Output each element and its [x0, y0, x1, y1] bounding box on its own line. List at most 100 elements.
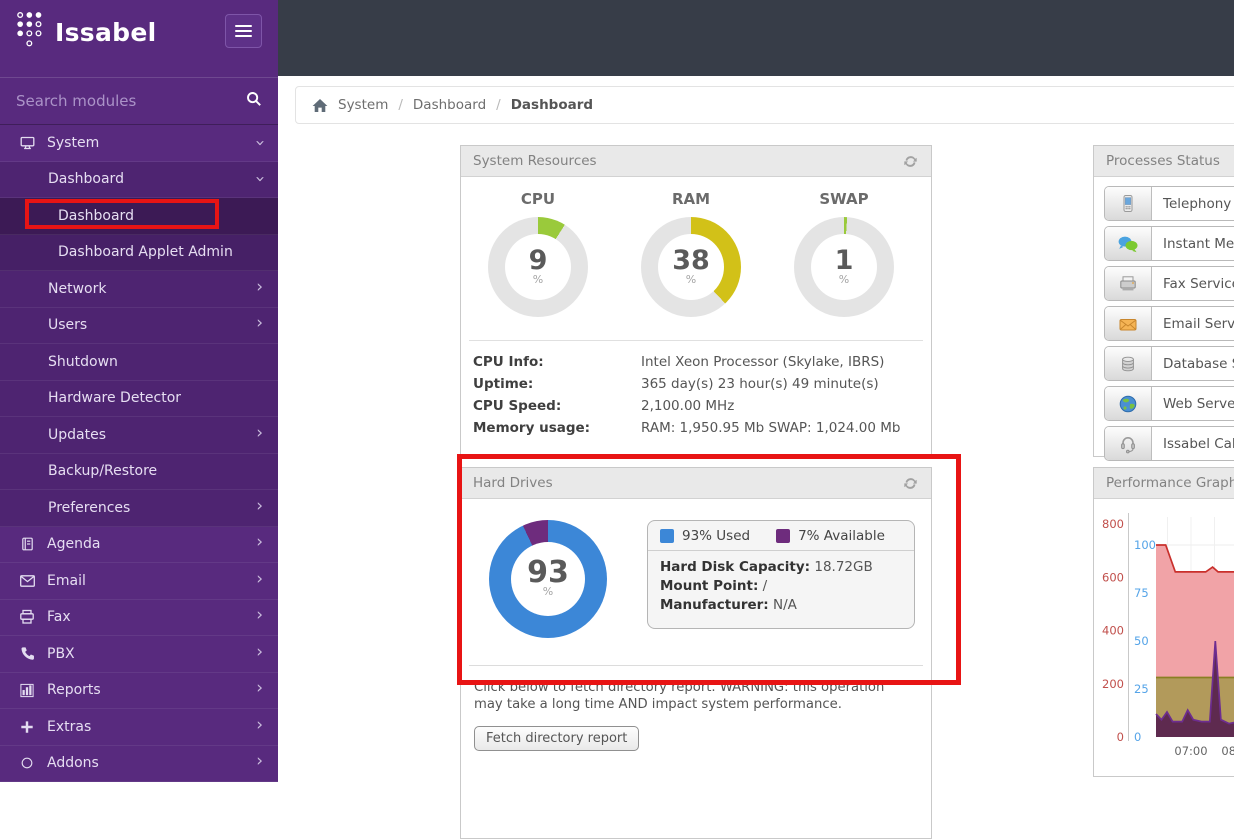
telephony-icon: [1105, 187, 1152, 220]
process-label: Database Service: [1163, 355, 1234, 372]
svg-text:08:00: 08:00: [1221, 744, 1234, 758]
addons-icon: [18, 756, 36, 770]
process-item-instant-messaging-service[interactable]: Instant Messaging Service: [1104, 226, 1234, 261]
panel-title: Hard Drives: [473, 475, 553, 491]
sidebar-item-dashboard-applet-admin[interactable]: Dashboard Applet Admin: [0, 234, 278, 271]
sidebar-menu: System › Dashboard › Dashboard Dashboard Appl…: [0, 125, 278, 782]
sidebar-item-label: Shutdown: [48, 353, 118, 370]
hd-manufacturer: Manufacturer: N/A: [660, 597, 797, 613]
svg-text:0: 0: [1117, 730, 1124, 744]
process-item-telephony-service[interactable]: Telephony Service: [1104, 186, 1234, 221]
sidebar-item-hardware-detector[interactable]: Hardware Detector: [0, 380, 278, 417]
sidebar-item-addons[interactable]: Addons ›: [0, 745, 278, 782]
divider: [469, 340, 923, 341]
chevron-right-icon: ›: [256, 605, 263, 626]
sidebar-item-users[interactable]: Users ›: [0, 307, 278, 344]
sidebar-item-agenda[interactable]: Agenda ›: [0, 526, 278, 563]
search-modules-input[interactable]: Search modules: [0, 77, 278, 125]
sidebar-item-label: Dashboard: [48, 171, 124, 188]
search-placeholder: Search modules: [16, 92, 137, 110]
panel-title: Performance Graphic: [1106, 475, 1234, 491]
used-swatch: [660, 529, 674, 543]
issabel-logo[interactable]: Issabel: [16, 10, 156, 54]
sidebar-header: Issabel: [0, 0, 278, 77]
sidebar-item-label: Dashboard: [58, 207, 134, 224]
search-icon[interactable]: [246, 91, 262, 111]
process-label: Web Server: [1163, 395, 1234, 412]
refresh-icon[interactable]: [902, 475, 919, 492]
process-item-web-server[interactable]: Web Server: [1104, 386, 1234, 421]
sidebar: Issabel Search modules System › Dashboard ›…: [0, 0, 278, 782]
chevron-right-icon: ›: [256, 532, 263, 553]
sidebar-item-label: Reports: [47, 682, 101, 699]
main-content: System / Dashboard / Dashboard System Re…: [278, 76, 1234, 839]
sidebar-item-label: Extras: [47, 718, 92, 735]
breadcrumb-dashboard[interactable]: Dashboard: [413, 97, 486, 113]
pbx-icon: [18, 646, 36, 661]
info-row-memory: Memory usage: RAM: 1,950.95 Mb SWAP: 1,02…: [473, 420, 901, 436]
top-bar: [278, 0, 1234, 76]
process-item-issabel-call-center[interactable]: Issabel Call Center: [1104, 426, 1234, 461]
hd-capacity: Hard Disk Capacity: 18.72GB: [660, 559, 873, 575]
sidebar-item-email[interactable]: Email ›: [0, 563, 278, 600]
svg-text:600: 600: [1102, 570, 1124, 584]
sidebar-item-network[interactable]: Network ›: [0, 271, 278, 308]
sidebar-item-preferences[interactable]: Preferences ›: [0, 490, 278, 527]
sidebar-item-fax[interactable]: Fax ›: [0, 599, 278, 636]
refresh-icon[interactable]: [902, 153, 919, 170]
performance-chart: 800 600 400 200 0 100 75 50 25 0 07:00 08:00: [1094, 499, 1234, 781]
sidebar-item-label: Network: [48, 280, 107, 297]
sidebar-item-shutdown[interactable]: Shutdown: [0, 344, 278, 381]
panel-title: Processes Status: [1106, 153, 1220, 169]
svg-text:400: 400: [1102, 624, 1124, 638]
extras-icon: [18, 720, 36, 734]
gauge-label: RAM: [671, 190, 711, 208]
breadcrumb-system[interactable]: System: [338, 97, 388, 113]
sidebar-item-label: Updates: [48, 426, 106, 443]
chevron-right-icon: ›: [256, 714, 263, 735]
sidebar-item-dashboard[interactable]: Dashboard: [0, 198, 278, 235]
fax-service-icon: [1105, 267, 1152, 300]
sidebar-toggle-button[interactable]: [225, 14, 262, 48]
reports-icon: [18, 683, 36, 698]
sidebar-item-label: Agenda: [47, 536, 101, 553]
hard-drive-donut-chart: 93%: [489, 520, 607, 638]
process-item-email-service[interactable]: Email Service: [1104, 306, 1234, 341]
headset-icon: [1105, 427, 1152, 460]
sidebar-item-label: Preferences: [48, 499, 131, 516]
processes-status-panel: Processes Status Telephony Service Instan…: [1093, 145, 1234, 461]
sidebar-item-label: System: [47, 134, 100, 151]
hard-drive-legend: 93% Used 7% Available Hard Disk Capacity…: [647, 520, 915, 629]
sidebar-item-extras[interactable]: Extras ›: [0, 709, 278, 746]
sidebar-item-pbx[interactable]: PBX ›: [0, 636, 278, 673]
instant-messaging-icon: [1105, 227, 1152, 260]
sidebar-item-updates[interactable]: Updates ›: [0, 417, 278, 454]
svg-text:75: 75: [1134, 586, 1149, 600]
swap-donut-chart: 1%: [794, 217, 894, 317]
sidebar-item-reports[interactable]: Reports ›: [0, 672, 278, 709]
home-icon[interactable]: [312, 98, 328, 113]
sidebar-item-dashboard[interactable]: Dashboard ›: [0, 161, 278, 198]
process-item-database-service[interactable]: Database Service: [1104, 346, 1234, 381]
sidebar-item-label: Addons: [47, 755, 99, 772]
gauge-label: SWAP: [819, 190, 869, 208]
svg-text:07:00: 07:00: [1174, 744, 1207, 758]
chevron-right-icon: ›: [256, 641, 263, 662]
svg-text:0: 0: [1134, 730, 1141, 744]
fetch-directory-report-button[interactable]: Fetch directory report: [474, 726, 640, 751]
process-item-fax-service[interactable]: Fax Service: [1104, 266, 1234, 301]
ram-donut-chart: 38%: [641, 217, 741, 317]
performance-graphic-panel: Performance Graphic 800 600 400 200 0 100 75 50…: [1093, 467, 1234, 777]
ram-gauge: RAM 38%: [641, 190, 741, 317]
system-icon: [18, 135, 36, 151]
breadcrumb: System / Dashboard / Dashboard: [295, 86, 1234, 124]
breadcrumb-current: Dashboard: [510, 97, 594, 113]
legend-used: 93% Used: [660, 528, 750, 544]
process-list: Telephony Service Instant Messaging Servi…: [1094, 177, 1234, 475]
sidebar-item-label: Dashboard Applet Admin: [58, 244, 233, 261]
sidebar-item-backup-restore[interactable]: Backup/Restore: [0, 453, 278, 490]
process-label: Fax Service: [1163, 275, 1234, 292]
sidebar-item-system[interactable]: System ›: [0, 125, 278, 162]
chevron-down-icon: ›: [250, 175, 271, 183]
svg-text:50: 50: [1134, 634, 1149, 648]
